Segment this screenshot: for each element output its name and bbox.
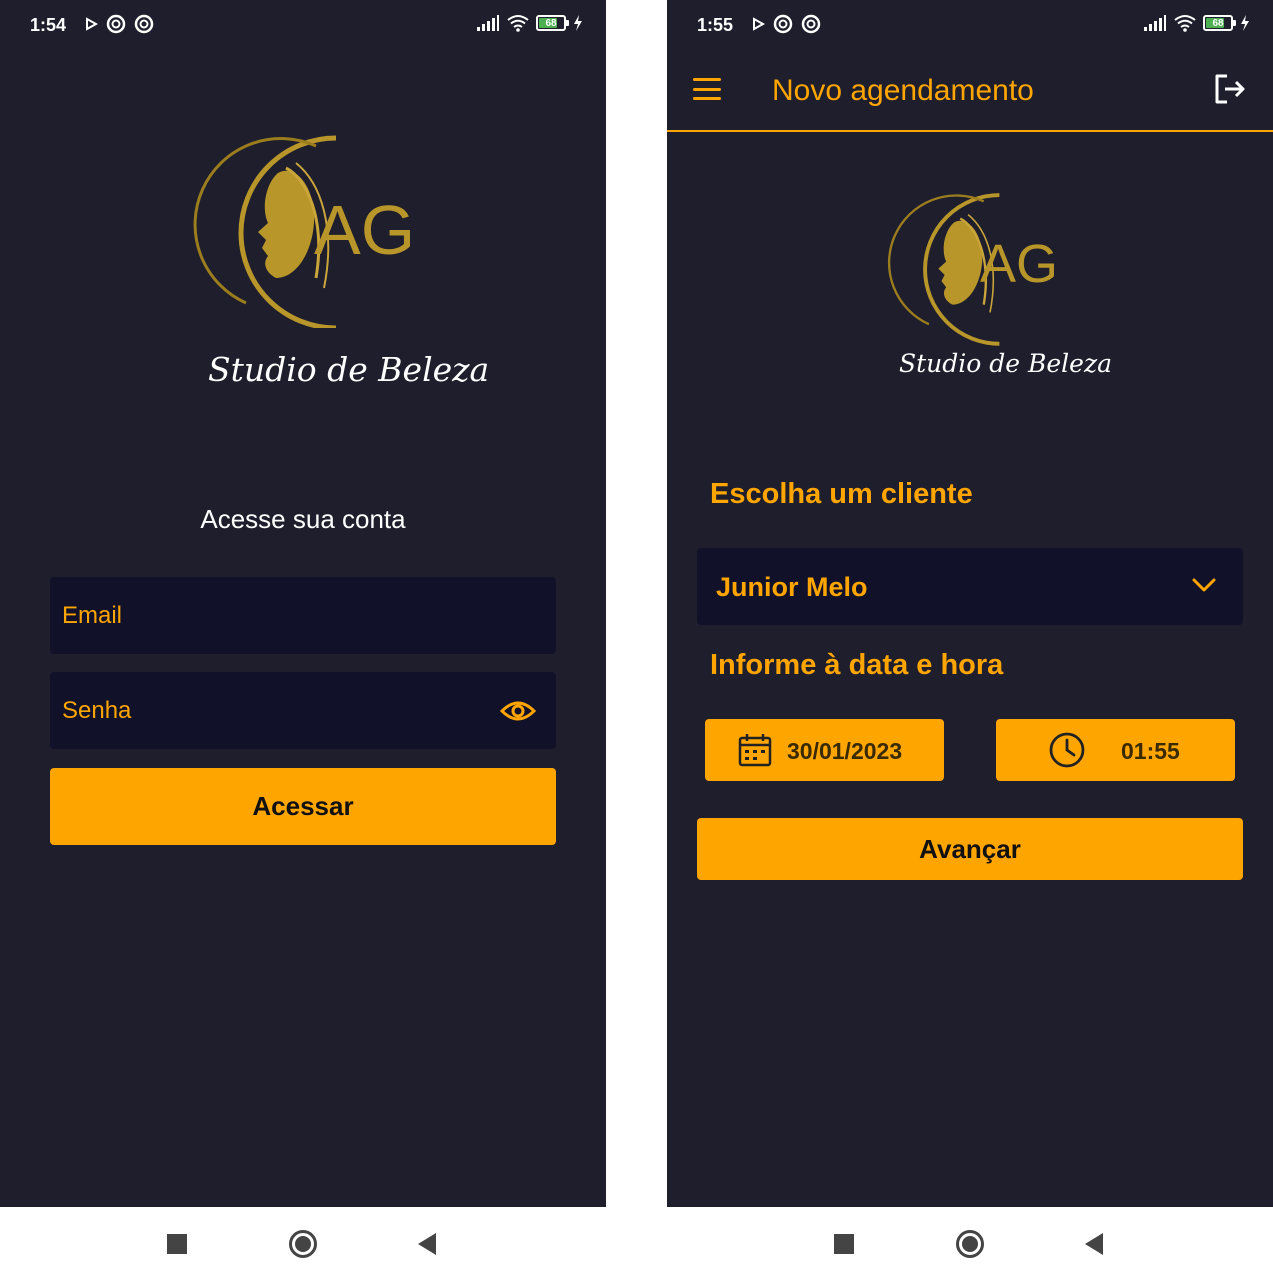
clock-icon (1049, 732, 1085, 768)
recent-apps-button[interactable] (814, 1207, 874, 1280)
app-notification-icon (134, 14, 154, 34)
email-field[interactable] (50, 577, 556, 654)
studio-logo: AG Studio de Beleza (186, 128, 489, 408)
logo-text: Studio de Beleza (208, 350, 490, 389)
charging-icon (1241, 15, 1249, 31)
date-value: 30/01/2023 (787, 738, 903, 764)
android-nav-bar (0, 1207, 606, 1280)
page-title: Novo agendamento (772, 74, 1034, 107)
time-value: 01:55 (1121, 738, 1180, 764)
time-picker-button[interactable]: 01:55 (996, 719, 1235, 781)
square-icon (167, 1233, 187, 1254)
logout-icon[interactable] (1213, 72, 1247, 106)
back-button[interactable] (397, 1207, 457, 1280)
client-select[interactable]: Junior Melo (697, 548, 1243, 625)
client-section-title: Escolha um cliente (710, 478, 973, 510)
login-button[interactable]: Acessar (50, 768, 556, 845)
home-circle-icon (956, 1229, 984, 1258)
signal-icon (1144, 15, 1166, 31)
home-button[interactable] (273, 1207, 333, 1280)
next-button[interactable]: Avançar (697, 818, 1243, 880)
app-bar: Novo agendamento (667, 50, 1273, 132)
recent-apps-button[interactable] (147, 1207, 207, 1280)
charging-icon (574, 15, 582, 31)
back-triangle-icon (418, 1232, 436, 1255)
logo-monogram: AG (314, 191, 416, 269)
studio-logo: AG Studio de Beleza (882, 183, 1112, 393)
signal-icon (477, 15, 499, 31)
booking-phone: 1:55 68 Novo agendamento AG Studio de Be… (667, 0, 1273, 1280)
booking-screen: 1:55 68 Novo agendamento AG Studio de Be… (667, 0, 1273, 1207)
logo-monogram: AG (980, 234, 1059, 294)
home-circle-icon (289, 1229, 317, 1258)
password-input[interactable] (62, 696, 482, 725)
play-notification-icon (753, 17, 765, 31)
app-notification-icon (801, 14, 821, 34)
selected-client: Junior Melo (716, 572, 868, 602)
status-bar: 1:54 68 (0, 0, 606, 50)
calendar-icon (738, 734, 772, 767)
battery-icon: 68 (536, 15, 569, 31)
email-input[interactable] (62, 601, 482, 630)
app-notification-icon (773, 14, 793, 34)
login-heading: Acesse sua conta (200, 504, 406, 534)
android-nav-bar (667, 1207, 1273, 1280)
status-time: 1:54 (30, 15, 67, 35)
back-button[interactable] (1064, 1207, 1124, 1280)
home-button[interactable] (940, 1207, 1000, 1280)
app-notification-icon (106, 14, 126, 34)
square-icon (834, 1233, 854, 1254)
back-triangle-icon (1085, 1232, 1103, 1255)
status-time: 1:55 (697, 15, 734, 35)
play-notification-icon (86, 17, 98, 31)
login-screen: 1:54 68 AG Studio de Beleza Acesse sua c… (0, 0, 606, 1207)
eye-icon[interactable] (500, 693, 536, 729)
wifi-icon (507, 15, 529, 32)
hamburger-menu-icon[interactable] (693, 78, 721, 100)
wifi-icon (1174, 15, 1196, 32)
status-bar: 1:55 68 (667, 0, 1273, 50)
login-phone: 1:54 68 AG Studio de Beleza Acesse sua c… (0, 0, 606, 1280)
date-picker-button[interactable]: 30/01/2023 (705, 719, 944, 781)
datetime-section-title: Informe à data e hora (710, 649, 1004, 681)
password-field[interactable] (50, 672, 556, 749)
logo-text: Studio de Beleza (899, 349, 1113, 378)
chevron-down-icon (1192, 578, 1216, 592)
battery-icon: 68 (1203, 15, 1236, 31)
